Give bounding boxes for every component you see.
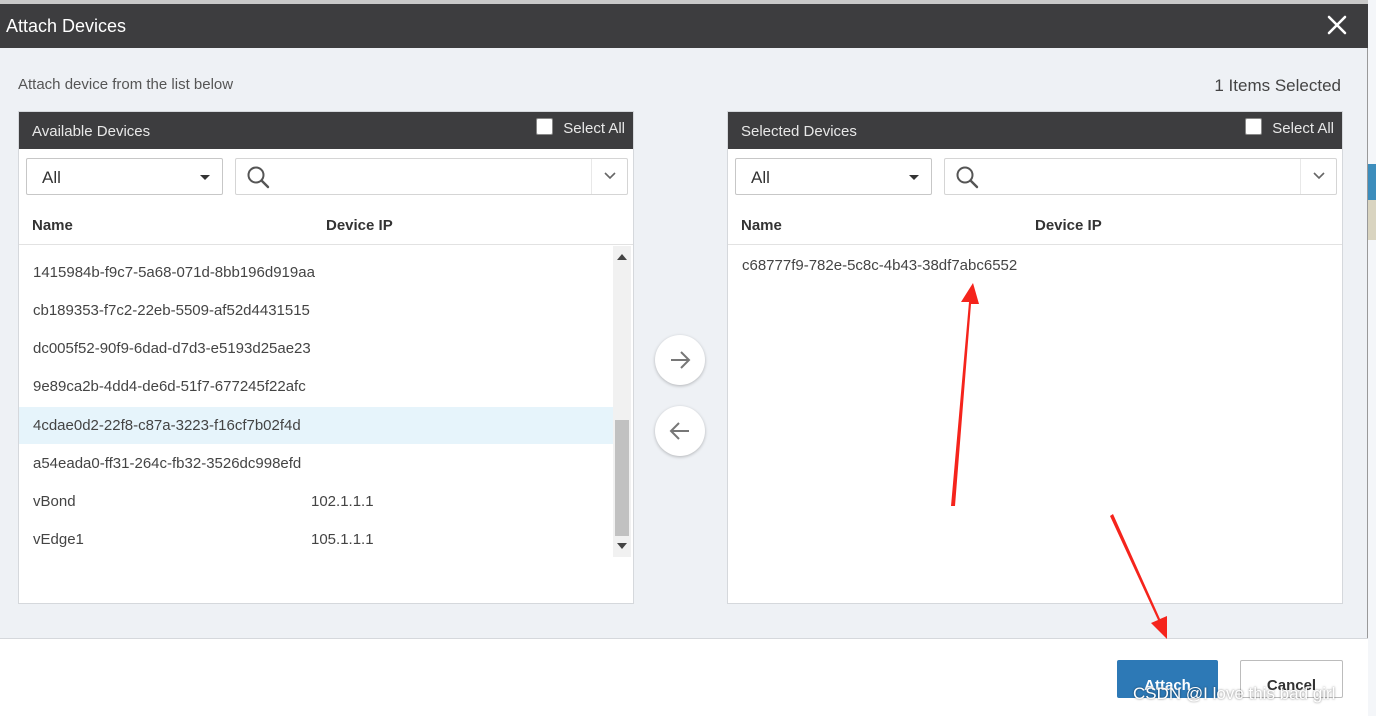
selected-column-header: Name Device IP bbox=[728, 208, 1342, 245]
device-row[interactable]: cb189353-f7c2-22eb-5509-af52d4431515 bbox=[19, 292, 613, 329]
selected-devices-panel: Selected Devices Select All All Name Dev… bbox=[727, 111, 1343, 604]
device-row[interactable]: vBond 102.1.1.1 bbox=[19, 483, 613, 520]
selected-select-all-checkbox[interactable] bbox=[1245, 118, 1263, 135]
available-search-box[interactable] bbox=[235, 158, 628, 195]
device-row[interactable]: 9e89ca2b-4dd4-de6d-51f7-677245f22afc bbox=[19, 368, 613, 405]
available-search-input[interactable] bbox=[280, 164, 580, 190]
move-to-selected-button[interactable] bbox=[655, 335, 705, 385]
available-column-header: Name Device IP bbox=[19, 208, 633, 245]
device-name: cb189353-f7c2-22eb-5509-af52d4431515 bbox=[33, 302, 310, 319]
chevron-down-icon[interactable] bbox=[591, 159, 627, 194]
selected-search-box[interactable] bbox=[944, 158, 1337, 195]
device-ip: 102.1.1.1 bbox=[311, 493, 374, 510]
chevron-down-icon[interactable] bbox=[1300, 159, 1336, 194]
device-row[interactable]: dc005f52-90f9-6dad-d7d3-e5193d25ae23 bbox=[19, 330, 613, 367]
selected-select-all[interactable]: Select All bbox=[1245, 118, 1334, 137]
device-row[interactable]: a54eada0-ff31-264c-fb32-3526dc998efd bbox=[19, 445, 613, 482]
background-tab bbox=[1368, 164, 1376, 200]
available-select-all-label: Select All bbox=[563, 120, 625, 137]
selected-select-all-label: Select All bbox=[1272, 120, 1334, 137]
close-icon[interactable] bbox=[1322, 10, 1352, 40]
background-tab-2 bbox=[1368, 200, 1376, 240]
move-to-available-button[interactable] bbox=[655, 406, 705, 456]
selected-filter-dropdown[interactable]: All bbox=[735, 158, 932, 195]
available-list-scrollbar[interactable] bbox=[613, 246, 631, 557]
dialog-titlebar: Attach Devices bbox=[0, 4, 1368, 48]
watermark-text: CSDN @I love this bad girl bbox=[1133, 684, 1336, 703]
selected-search-input[interactable] bbox=[989, 164, 1289, 190]
selected-devices-list: c68777f9-782e-5c8c-4b43-38df7abc6552 bbox=[728, 246, 1322, 557]
arrow-left-icon bbox=[669, 422, 689, 440]
caret-down-icon bbox=[909, 175, 919, 180]
device-row[interactable]: c68777f9-782e-5c8c-4b43-38df7abc6552 bbox=[728, 247, 1322, 284]
column-ip-header[interactable]: Device IP bbox=[1035, 217, 1102, 234]
device-name: 4cdae0d2-22f8-c87a-3223-f16cf7b02f4d bbox=[33, 417, 301, 434]
available-filter-value: All bbox=[42, 168, 61, 187]
available-devices-panel: Available Devices Select All All Name De… bbox=[18, 111, 634, 604]
selected-count: 1 Items Selected bbox=[1214, 76, 1341, 95]
search-icon bbox=[955, 165, 981, 196]
background-page-edge bbox=[1368, 0, 1376, 716]
device-row[interactable]: vEdge1 105.1.1.1 bbox=[19, 521, 613, 558]
selected-panel-header: Selected Devices Select All bbox=[728, 112, 1342, 149]
arrow-right-icon bbox=[671, 351, 691, 369]
device-ip: 105.1.1.1 bbox=[311, 531, 374, 548]
device-row-highlighted[interactable]: 4cdae0d2-22f8-c87a-3223-f16cf7b02f4d bbox=[19, 407, 613, 444]
column-ip-header[interactable]: Device IP bbox=[326, 217, 393, 234]
column-name-header[interactable]: Name bbox=[741, 217, 782, 234]
device-name: 1415984b-f9c7-5a68-071d-8bb196d919aa bbox=[33, 264, 315, 281]
device-name: vBond bbox=[33, 493, 76, 510]
device-name: 9e89ca2b-4dd4-de6d-51f7-677245f22afc bbox=[33, 378, 306, 395]
available-select-all[interactable]: Select All bbox=[536, 118, 625, 137]
device-name: c68777f9-782e-5c8c-4b43-38df7abc6552 bbox=[742, 257, 1018, 274]
available-panel-title: Available Devices bbox=[32, 123, 151, 140]
attach-devices-dialog: Attach Devices Attach device from the li… bbox=[0, 4, 1368, 714]
scroll-down-arrow-icon[interactable] bbox=[617, 543, 627, 549]
scrollbar-thumb[interactable] bbox=[615, 420, 629, 536]
dialog-title: Attach Devices bbox=[6, 16, 127, 36]
available-select-all-checkbox[interactable] bbox=[536, 118, 554, 135]
scroll-up-arrow-icon[interactable] bbox=[617, 254, 627, 260]
selected-panel-title: Selected Devices bbox=[741, 123, 857, 140]
available-filter-dropdown[interactable]: All bbox=[26, 158, 223, 195]
caret-down-icon bbox=[200, 175, 210, 180]
selected-filter-value: All bbox=[751, 168, 770, 187]
device-name: a54eada0-ff31-264c-fb32-3526dc998efd bbox=[33, 455, 302, 472]
column-name-header[interactable]: Name bbox=[32, 217, 73, 234]
available-devices-list: 1415984b-f9c7-5a68-071d-8bb196d919aa cb1… bbox=[19, 246, 613, 557]
device-name: dc005f52-90f9-6dad-d7d3-e5193d25ae23 bbox=[33, 340, 311, 357]
device-name: vEdge1 bbox=[33, 531, 84, 548]
instruction-text: Attach device from the list below bbox=[18, 76, 234, 93]
search-icon bbox=[246, 165, 272, 196]
available-panel-header: Available Devices Select All bbox=[19, 112, 633, 149]
device-row[interactable]: 1415984b-f9c7-5a68-071d-8bb196d919aa bbox=[19, 254, 613, 291]
